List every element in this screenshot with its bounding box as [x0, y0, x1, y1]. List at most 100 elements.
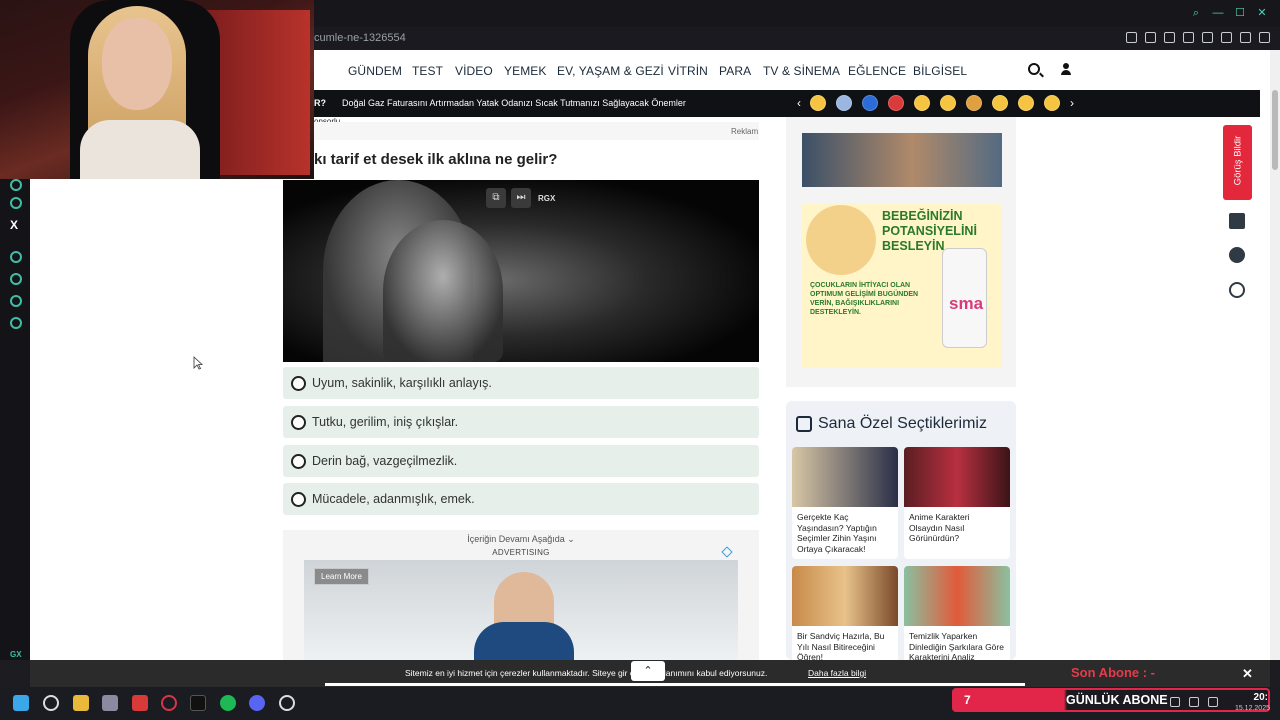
- comments-icon[interactable]: [1229, 247, 1245, 263]
- skip-icon[interactable]: ⏭: [511, 188, 531, 208]
- download-icon[interactable]: [1183, 32, 1194, 43]
- x-icon[interactable]: X: [10, 218, 18, 232]
- player-icon[interactable]: [10, 251, 22, 263]
- emoji-icon[interactable]: [810, 95, 826, 111]
- nav-item[interactable]: TV & SİNEMA: [763, 64, 840, 78]
- nav-item[interactable]: PARA: [719, 64, 751, 78]
- search-icon[interactable]: ⌕: [1190, 7, 1202, 19]
- vpn-icon[interactable]: [1164, 32, 1175, 43]
- arrow-square-icon: [796, 416, 812, 432]
- card-title: Bir Sandviç Hazırla, Bu Yılı Nasıl Bitir…: [797, 631, 885, 660]
- gx-icon[interactable]: [10, 179, 22, 191]
- nav-item[interactable]: EV, YAŞAM & GEZİ: [557, 64, 664, 78]
- minimize-icon[interactable]: —: [1212, 7, 1224, 19]
- share-icon[interactable]: [1229, 282, 1245, 298]
- opera-gx-icon[interactable]: [161, 695, 177, 711]
- menu-icon[interactable]: [1259, 32, 1270, 43]
- close-icon[interactable]: ✕: [1256, 7, 1268, 19]
- account-icon[interactable]: [1240, 32, 1251, 43]
- recommended-section: Sana Özel Seçtiklerimiz Gerçekte Kaç Yaş…: [786, 401, 1016, 660]
- emoji-icon[interactable]: [914, 95, 930, 111]
- ad-person-shirt: [474, 622, 574, 660]
- window-controls: ⌕ — ☐ ✕: [1190, 7, 1268, 19]
- pip-icon[interactable]: ⧉: [486, 188, 506, 208]
- history-icon[interactable]: [10, 273, 22, 285]
- scroll-up-button[interactable]: ⌃: [631, 661, 665, 681]
- user-icon[interactable]: [1060, 63, 1072, 75]
- nav-item[interactable]: VİTRİN: [668, 64, 708, 78]
- recommended-card[interactable]: Gerçekte Kaç Yaşındasın? Yaptığın Seçiml…: [792, 447, 898, 559]
- url-text[interactable]: cumle-ne-1326554: [314, 32, 406, 44]
- banner-ad[interactable]: [802, 133, 1002, 187]
- play-icon[interactable]: [1202, 32, 1213, 43]
- date[interactable]: 15.12.2025: [1226, 705, 1270, 712]
- option-label: Uyum, sakinlik, karşılıklı anlayış.: [312, 376, 492, 390]
- discord-icon[interactable]: [249, 695, 265, 711]
- scrollbar-thumb[interactable]: [1272, 90, 1278, 170]
- card-title: Gerçekte Kaç Yaşındasın? Yaptığın Seçiml…: [797, 512, 877, 554]
- nav-item[interactable]: VİDEO: [455, 64, 493, 78]
- emoji-icon[interactable]: [1044, 95, 1060, 111]
- maximize-icon[interactable]: ☐: [1234, 7, 1246, 19]
- app-icon[interactable]: [279, 695, 295, 711]
- system-tray: [1170, 697, 1218, 707]
- whatsapp-icon[interactable]: [10, 197, 22, 209]
- quiz-option[interactable]: Uyum, sakinlik, karşılıklı anlayış.: [283, 367, 759, 399]
- section-title: Sana Özel Seçtiklerimiz: [818, 415, 987, 432]
- emoji-icon[interactable]: [888, 95, 904, 111]
- recommended-card[interactable]: Anime Karakteri Olsaydın Nasıl Görünürdü…: [904, 447, 1010, 559]
- volume-icon[interactable]: [1208, 697, 1218, 707]
- radio-button[interactable]: [291, 376, 306, 391]
- mic-icon[interactable]: [1170, 697, 1180, 707]
- continue-label[interactable]: İçeriğin Devamı Aşağıda ⌄: [283, 534, 759, 545]
- reaction-emojis: [810, 95, 1060, 111]
- extensions-icon[interactable]: [10, 295, 22, 307]
- emoji-icon[interactable]: [862, 95, 878, 111]
- formula-ad[interactable]: BEBEĞİNİZİN POTANSİYELİNİ BESLEYİN ÇOCUK…: [802, 203, 1002, 368]
- display-icon[interactable]: [1189, 697, 1199, 707]
- emoji-icon[interactable]: [940, 95, 956, 111]
- radio-button[interactable]: [291, 492, 306, 507]
- quiz-option[interactable]: Mücadele, adanmışlık, emek.: [283, 483, 759, 515]
- recommended-card[interactable]: Bir Sandviç Hazırla, Bu Yılı Nasıl Bitir…: [792, 566, 898, 660]
- screenshot-icon[interactable]: [1145, 32, 1156, 43]
- chevron-left-icon[interactable]: ‹: [797, 96, 801, 110]
- settings-icon[interactable]: [10, 317, 22, 329]
- ad-video[interactable]: Learn More: [304, 560, 738, 660]
- page-scrollbar[interactable]: [1270, 50, 1280, 660]
- bookmark-icon[interactable]: [1126, 32, 1137, 43]
- file-explorer-icon[interactable]: [73, 695, 89, 711]
- emoji-icon[interactable]: [836, 95, 852, 111]
- nav-item[interactable]: TEST: [412, 64, 443, 78]
- ticker-headline[interactable]: Doğal Gaz Faturasını Artırmadan Yatak Od…: [342, 98, 686, 108]
- cookie-close-button[interactable]: ✕: [1242, 666, 1253, 682]
- recommended-card[interactable]: Temizlik Yaparken Dinlediğin Şarkılara G…: [904, 566, 1010, 660]
- feedback-button[interactable]: Görüş Bildir: [1223, 125, 1252, 200]
- app-icon[interactable]: [132, 695, 148, 711]
- learn-more-button[interactable]: Learn More: [314, 568, 369, 585]
- nav-item[interactable]: YEMEK: [504, 64, 547, 78]
- spotify-icon[interactable]: [220, 695, 236, 711]
- app-icon[interactable]: [102, 695, 118, 711]
- search-icon[interactable]: [43, 695, 59, 711]
- quiz-option[interactable]: Derin bağ, vazgeçilmezlik.: [283, 445, 759, 477]
- nav-item[interactable]: GÜNDEM: [348, 64, 402, 78]
- bookmark-add-icon[interactable]: [1229, 213, 1245, 229]
- card-image: [904, 566, 1010, 626]
- app-icon[interactable]: [190, 695, 206, 711]
- webcam-body: [80, 120, 200, 179]
- search-icon[interactable]: [1028, 63, 1040, 75]
- nav-item[interactable]: BİLGİSEL: [913, 64, 967, 78]
- heart-icon[interactable]: [1221, 32, 1232, 43]
- emoji-icon[interactable]: [992, 95, 1008, 111]
- start-icon[interactable]: [13, 695, 29, 711]
- radio-button[interactable]: [291, 415, 306, 430]
- clock[interactable]: 20:: [1230, 692, 1268, 703]
- nav-item[interactable]: EĞLENCE: [848, 64, 906, 78]
- quiz-option[interactable]: Tutku, gerilim, iniş çıkışlar.: [283, 406, 759, 438]
- cookie-more-link[interactable]: Daha fazla bilgi: [808, 668, 866, 678]
- emoji-icon[interactable]: [966, 95, 982, 111]
- radio-button[interactable]: [291, 454, 306, 469]
- emoji-icon[interactable]: [1018, 95, 1034, 111]
- chevron-right-icon[interactable]: ›: [1070, 96, 1074, 110]
